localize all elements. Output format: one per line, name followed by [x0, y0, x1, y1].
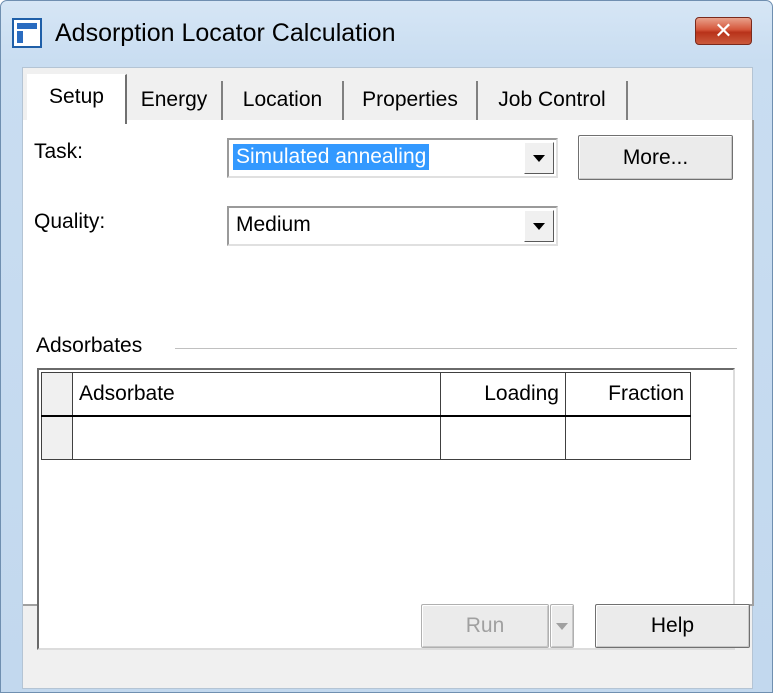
- tab-properties[interactable]: Properties: [344, 81, 478, 122]
- quality-select-value: Medium: [236, 213, 311, 236]
- dialog-client: Setup Energy Location Properties Job Con…: [22, 67, 754, 689]
- more-button[interactable]: More...: [578, 135, 733, 180]
- run-options-button[interactable]: [550, 604, 574, 648]
- adsorbates-group-label: Adsorbates: [36, 334, 143, 357]
- app-window-icon: [12, 18, 42, 48]
- task-label: Task:: [34, 140, 84, 163]
- tab-location[interactable]: Location: [223, 81, 344, 122]
- fraction-cell[interactable]: [565, 415, 691, 460]
- tab-setup[interactable]: Setup: [27, 74, 127, 124]
- chevron-down-icon[interactable]: [524, 142, 554, 174]
- run-button[interactable]: Run: [421, 604, 549, 648]
- close-button[interactable]: ✕: [695, 17, 752, 45]
- table-header-row: Adsorbate Loading Fraction: [41, 372, 691, 417]
- tab-job-control[interactable]: Job Control: [478, 81, 628, 122]
- chevron-down-icon: [556, 623, 568, 630]
- task-select[interactable]: Simulated annealing: [227, 138, 558, 178]
- adsorbate-cell[interactable]: [72, 415, 441, 460]
- task-select-value: Simulated annealing: [233, 144, 430, 170]
- quality-label: Quality:: [34, 210, 106, 233]
- table-row[interactable]: [41, 415, 691, 460]
- window-title: Adsorption Locator Calculation: [55, 19, 396, 47]
- column-header-loading[interactable]: Loading: [440, 372, 566, 417]
- adsorbates-table: Adsorbate Loading Fraction: [41, 372, 691, 460]
- dialog-window: Adsorption Locator Calculation ✕ Setup E…: [0, 0, 773, 693]
- tab-strip: Setup Energy Location Properties Job Con…: [23, 68, 752, 126]
- row-header[interactable]: [41, 415, 73, 460]
- column-header-fraction[interactable]: Fraction: [565, 372, 691, 417]
- quality-select[interactable]: Medium: [227, 206, 558, 246]
- column-header-adsorbate[interactable]: Adsorbate: [72, 372, 441, 417]
- loading-cell[interactable]: [440, 415, 566, 460]
- grid-corner: [41, 372, 73, 417]
- help-button[interactable]: Help: [595, 604, 750, 648]
- setup-panel: Task: Simulated annealing More... Qualit…: [23, 120, 754, 650]
- tab-energy[interactable]: Energy: [127, 81, 223, 122]
- chevron-down-icon[interactable]: [524, 210, 554, 242]
- group-divider: [175, 348, 737, 349]
